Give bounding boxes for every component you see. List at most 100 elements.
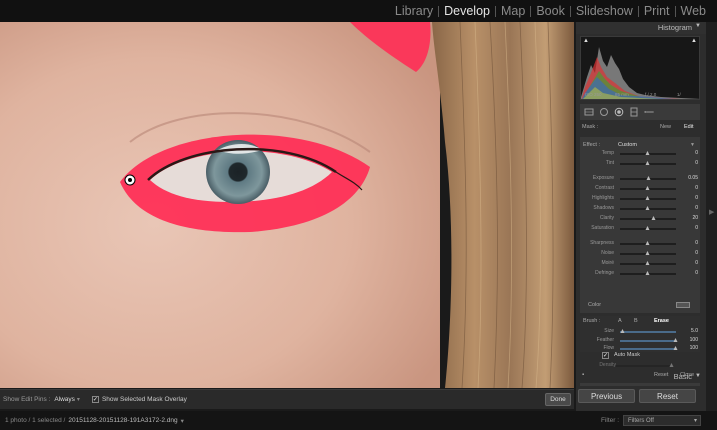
effect-row-value[interactable]: 0 — [684, 260, 698, 266]
effect-collapse-icon[interactable]: ▼ — [690, 142, 695, 148]
slider-thumb[interactable] — [645, 271, 650, 275]
effect-row-value[interactable]: 0 — [684, 195, 698, 201]
effect-row-label: Tint — [605, 160, 614, 166]
module-web[interactable]: Web — [676, 4, 711, 18]
slider-thumb[interactable] — [673, 346, 678, 350]
brush-slider[interactable] — [620, 338, 678, 342]
mask-edit-button[interactable]: Edit — [684, 124, 693, 130]
effect-row-value[interactable]: 0 — [684, 270, 698, 276]
effect-row-value[interactable]: 0 — [684, 185, 698, 191]
slider-thumb[interactable] — [646, 176, 651, 180]
red-eye-icon[interactable] — [614, 107, 624, 117]
module-picker: Library Develop Map Book Slideshow Print… — [0, 0, 717, 22]
clipping-highlight-icon[interactable]: ▲ — [691, 38, 697, 44]
module-library[interactable]: Library — [390, 4, 438, 18]
brush-row-value[interactable]: 100 — [684, 345, 698, 351]
color-swatch[interactable] — [676, 302, 690, 308]
brush-b-button[interactable]: B — [634, 318, 638, 324]
effect-slider[interactable] — [620, 271, 676, 275]
brush-row-value[interactable]: 5.0 — [684, 328, 698, 334]
auto-mask-checkbox[interactable]: ✓ — [602, 352, 609, 359]
effect-row-value[interactable]: 20 — [684, 215, 698, 221]
slider-thumb[interactable] — [645, 186, 650, 190]
brush-slider[interactable] — [620, 346, 678, 350]
effect-row-label: Defringe — [595, 270, 614, 276]
effect-row-label: Highlights — [592, 195, 614, 201]
slider-thumb[interactable] — [645, 196, 650, 200]
done-button[interactable]: Done — [545, 393, 571, 406]
filter-select[interactable]: Filters Off ▾ — [623, 415, 701, 426]
density-label: Density — [599, 362, 616, 368]
module-map[interactable]: Map — [496, 4, 530, 18]
triangle-down-icon[interactable]: ▼ — [695, 373, 701, 379]
histogram[interactable]: ▲ ▲ ISO 250 85 mm f / 2.0 1/ — [580, 36, 700, 100]
right-panel-gutter[interactable]: ▶ — [706, 22, 717, 411]
brush-row-value[interactable]: 100 — [684, 337, 698, 343]
effect-row-value[interactable]: 0 — [684, 150, 698, 156]
reset-button[interactable]: Reset — [639, 389, 696, 403]
slider-thumb[interactable] — [645, 241, 650, 245]
effect-slider[interactable] — [620, 186, 676, 190]
effect-row-value[interactable]: 0 — [684, 250, 698, 256]
filter-value: Filters Off — [628, 417, 654, 424]
module-print[interactable]: Print — [639, 4, 675, 18]
chevron-down-icon[interactable]: ▾ — [77, 396, 80, 403]
effect-row-value[interactable]: 0 — [684, 240, 698, 246]
effect-slider[interactable] — [620, 251, 676, 255]
chevron-down-icon: ▾ — [693, 418, 697, 424]
effect-row-value[interactable]: 0 — [684, 160, 698, 166]
mask-new-button[interactable]: New — [660, 124, 671, 130]
slider-thumb[interactable] — [645, 161, 650, 165]
show-mask-overlay-checkbox[interactable]: ✓ — [91, 396, 99, 403]
clipping-shadow-icon[interactable]: ▲ — [583, 38, 589, 44]
chevron-down-icon[interactable]: ▾ — [181, 417, 184, 425]
effect-slider[interactable] — [620, 241, 676, 245]
basic-panel-header[interactable]: Basic ▼ — [576, 370, 706, 382]
show-edit-pins-select[interactable]: Always — [54, 396, 75, 403]
adjustment-brush-icon[interactable] — [644, 107, 654, 117]
brush-a-button[interactable]: A — [618, 318, 622, 324]
spot-removal-icon[interactable] — [599, 107, 609, 117]
previous-button[interactable]: Previous — [578, 389, 635, 403]
chevron-right-icon[interactable]: ▶ — [709, 208, 714, 216]
effect-row-value[interactable]: 0 — [684, 205, 698, 211]
crop-overlay-icon[interactable] — [584, 107, 594, 117]
effect-slider[interactable] — [620, 151, 676, 155]
module-book[interactable]: Book — [531, 4, 570, 18]
effect-slider[interactable] — [620, 206, 676, 210]
brush-row-label: Size — [604, 328, 614, 334]
effect-slider[interactable] — [620, 261, 676, 265]
photo-canvas[interactable] — [0, 22, 574, 388]
slider-thumb[interactable] — [645, 251, 650, 255]
brush-erase-button[interactable]: Erase — [654, 318, 669, 324]
slider-thumb[interactable] — [645, 206, 650, 210]
panel-scroll-track[interactable] — [580, 383, 700, 386]
brush-slider[interactable] — [620, 329, 676, 333]
effect-row-value[interactable]: 0.05 — [684, 175, 698, 181]
slider-thumb[interactable] — [620, 329, 625, 333]
effect-slider[interactable] — [620, 176, 676, 180]
effect-slider[interactable] — [620, 226, 676, 230]
effect-slider[interactable] — [620, 216, 676, 220]
module-develop[interactable]: Develop — [439, 4, 495, 18]
module-slideshow[interactable]: Slideshow — [571, 4, 638, 18]
effect-preset-select[interactable]: Custom — [618, 142, 637, 148]
graduated-filter-icon[interactable] — [629, 107, 639, 117]
triangle-down-icon[interactable]: ▼ — [695, 23, 701, 29]
histogram-header[interactable]: Histogram ▼ — [576, 22, 706, 34]
slider-thumb[interactable] — [645, 226, 650, 230]
slider-thumb[interactable] — [645, 261, 650, 265]
histogram-shutter: 1/ — [677, 92, 681, 97]
lightroom-window: Library Develop Map Book Slideshow Print… — [0, 0, 717, 430]
slider-thumb[interactable] — [645, 151, 650, 155]
density-slider[interactable] — [616, 363, 674, 367]
effect-row-value[interactable]: 0 — [684, 225, 698, 231]
mask-label: Mask : — [582, 124, 599, 130]
effect-row-label: Moiré — [601, 260, 614, 266]
effect-slider[interactable] — [620, 161, 676, 165]
filename[interactable]: 20151128-20151128-191A3172-2.dng — [68, 417, 177, 424]
slider-thumb[interactable] — [651, 216, 656, 220]
slider-thumb[interactable] — [673, 338, 678, 342]
effect-slider[interactable] — [620, 196, 676, 200]
histogram-focal: 85 mm — [615, 92, 629, 97]
